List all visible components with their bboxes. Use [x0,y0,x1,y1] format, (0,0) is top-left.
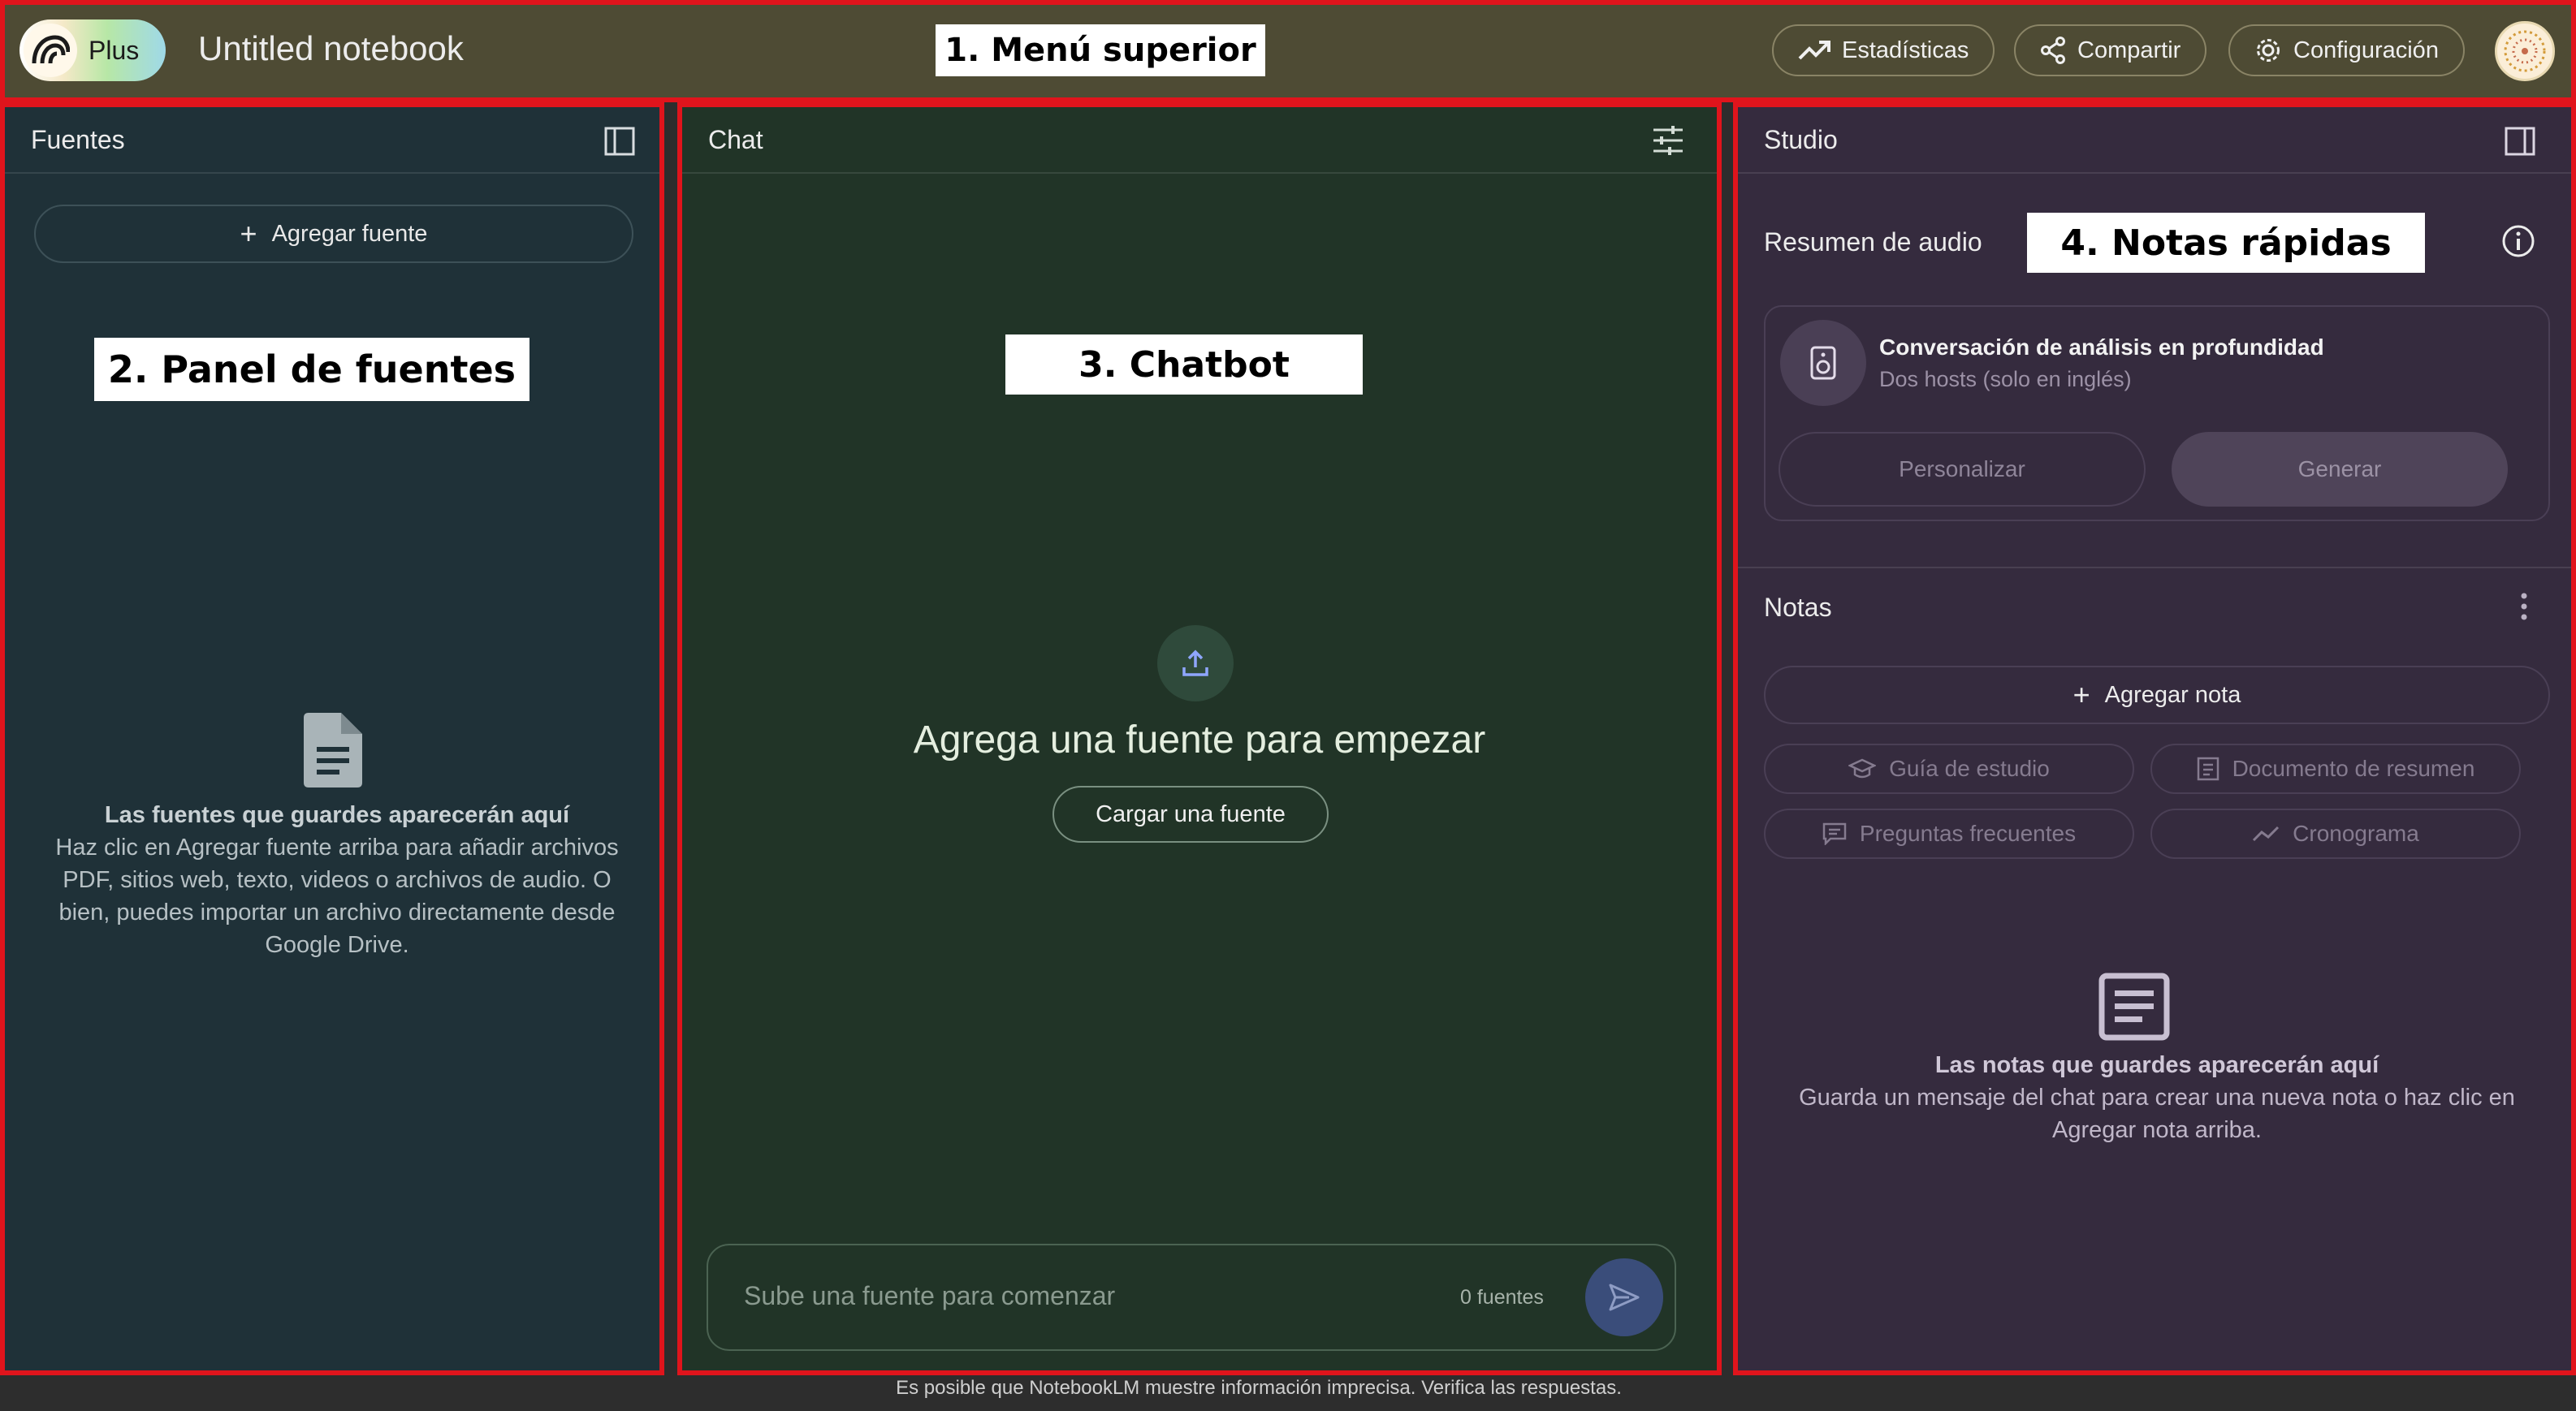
collapse-studio-icon[interactable] [2505,127,2535,156]
overlay-label-chatbot: 3. Chatbot [1005,334,1363,395]
share-label: Compartir [2077,37,2181,63]
sources-empty-body: Haz clic en Agregar fuente arriba para a… [55,835,619,958]
audio-overview-title: Resumen de audio [1764,227,1982,257]
studio-header: Studio [1738,107,2571,174]
studio-panel: Studio Resumen de audio 4. Notas rápidas… [1733,102,2576,1375]
overlay-label-sources: 2. Panel de fuentes [94,338,529,401]
document-icon [304,713,362,787]
studio-title: Studio [1764,125,1838,154]
notes-title: Notas [1764,593,1832,622]
add-source-label: Agregar fuente [271,220,428,247]
sources-empty-title: Las fuentes que guardes aparecerán aquí [104,802,570,828]
upload-icon [1182,649,1208,676]
faq-chip[interactable]: Preguntas frecuentes [1764,809,2134,859]
info-icon[interactable] [2501,224,2535,258]
chat-panel: Chat 3. Chatbot Agrega una fuente para e… [677,102,1722,1375]
gear-icon [2257,39,2280,62]
study-guide-label: Guía de estudio [1889,756,2050,781]
source-count: 0 fuentes [1460,1286,1544,1309]
speaker-icon [1780,320,1866,406]
plus-icon: + [240,217,257,250]
disclaimer-footer: Es posible que NotebookLM muestre inform… [896,1377,1622,1399]
tune-settings-icon[interactable] [1652,125,1684,156]
chat-input-placeholder: Sube una fuente para comenzar [744,1281,1116,1310]
upload-source-button[interactable]: Cargar una fuente [1052,786,1329,843]
notes-empty-state: Las notas que guardes aparecerán aquí Gu… [1764,1049,2550,1146]
study-guide-chip[interactable]: Guía de estudio [1764,744,2134,794]
faq-icon [1822,822,1847,845]
notes-empty-title: Las notas que guardes aparecerán aquí [1934,1052,2379,1078]
sources-empty-state: Las fuentes que guardes aparecerán aquí … [34,799,640,961]
plan-label: Plus [89,35,140,65]
stats-label: Estadísticas [1842,37,1969,63]
collapse-panel-icon[interactable] [604,127,635,156]
section-divider [1738,567,2571,568]
settings-label: Configuración [2293,37,2439,63]
notebooklm-logo-icon [24,24,77,77]
settings-button[interactable]: Configuración [2228,24,2465,76]
graduation-cap-icon [1848,758,1877,779]
sources-title: Fuentes [31,125,125,154]
audio-overview-card: Conversación de análisis en profundidad … [1764,305,2550,521]
sources-panel: Fuentes + Agregar fuente 2. Panel de fue… [0,102,664,1375]
notes-empty-body: Guarda un mensaje del chat para crear un… [1799,1085,2515,1143]
overlay-label-top-menu: 1. Menú superior [936,24,1265,76]
share-icon [2041,37,2065,64]
app-root: Plus Untitled notebook 1. Menú superior … [0,0,2576,1411]
add-note-button[interactable]: + Agregar nota [1764,666,2550,724]
customize-button[interactable]: Personalizar [1779,432,2146,507]
briefing-doc-chip[interactable]: Documento de resumen [2150,744,2521,794]
send-icon [1609,1284,1640,1311]
briefing-doc-label: Documento de resumen [2232,756,2475,781]
stats-button[interactable]: Estadísticas [1772,24,1995,76]
notebook-title[interactable]: Untitled notebook [198,29,464,68]
add-note-label: Agregar nota [2104,681,2241,708]
note-icon [2098,973,2170,1041]
generate-button[interactable]: Generar [2172,432,2508,507]
upload-icon-circle [1157,625,1234,701]
audio-format-subtitle: Dos hosts (solo en inglés) [1879,367,2132,391]
chat-empty-headline: Agrega una fuente para empezar [913,718,1486,762]
plus-icon: + [2072,678,2090,711]
timeline-label: Cronograma [2293,821,2419,846]
trending-up-icon [1798,41,1830,60]
timeline-icon [2253,826,2280,842]
document-list-icon [2197,757,2219,781]
more-vert-icon[interactable] [2519,591,2529,622]
chat-header: Chat [682,107,1717,174]
chat-input-box[interactable]: Sube una fuente para comenzar 0 fuentes [707,1244,1676,1351]
sources-header: Fuentes [5,107,659,174]
overlay-label-notes: 4. Notas rápidas [2027,213,2425,273]
faq-label: Preguntas frecuentes [1859,821,2077,846]
chat-title: Chat [708,125,763,154]
send-button[interactable] [1585,1258,1663,1336]
user-avatar[interactable] [2495,21,2555,81]
share-button[interactable]: Compartir [2014,24,2207,76]
top-menu-bar: Plus Untitled notebook 1. Menú superior … [0,0,2576,102]
add-source-button[interactable]: + Agregar fuente [34,205,633,263]
plus-badge[interactable]: Plus [19,19,166,81]
timeline-chip[interactable]: Cronograma [2150,809,2521,859]
audio-format-title: Conversación de análisis en profundidad [1879,334,2324,360]
